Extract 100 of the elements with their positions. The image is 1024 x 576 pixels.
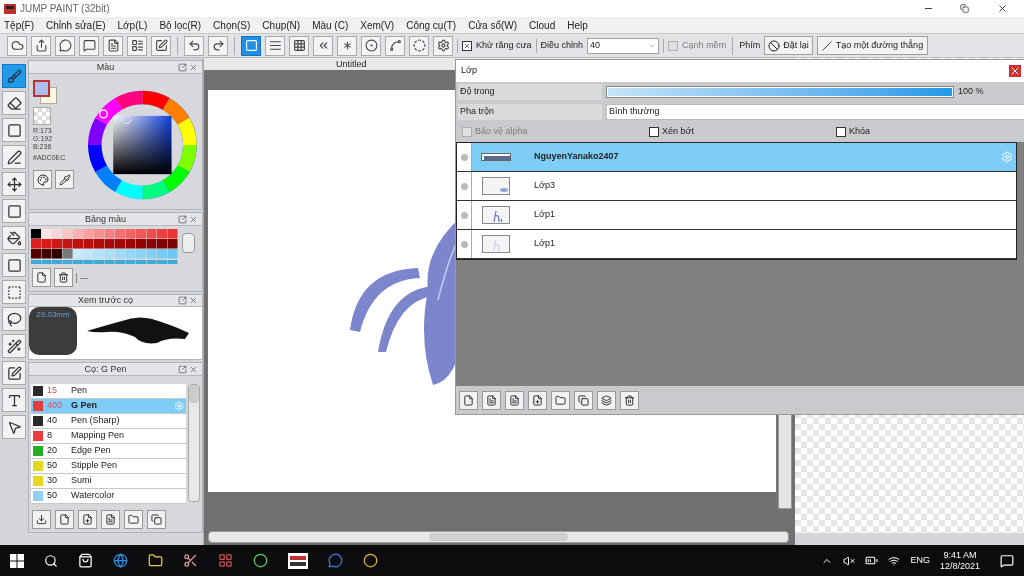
visibility-toggle[interactable] bbox=[460, 211, 468, 219]
layer-tool-button[interactable] bbox=[597, 390, 616, 410]
toolbar-button[interactable] bbox=[433, 35, 453, 56]
brush-row[interactable]: 30 Sumi bbox=[31, 474, 186, 489]
swatch-grid[interactable] bbox=[31, 229, 179, 265]
toolbar-button[interactable] bbox=[7, 35, 27, 56]
layer-row[interactable]: Lớp1 bbox=[457, 201, 1016, 230]
clock[interactable]: 9:41 AM 12/8/2021 bbox=[939, 549, 980, 572]
float-icon[interactable] bbox=[178, 296, 187, 305]
wifi-icon[interactable] bbox=[888, 554, 901, 567]
menu-item[interactable]: Tệp(F) bbox=[4, 17, 34, 33]
brush-tool-button[interactable] bbox=[32, 510, 51, 529]
menu-item[interactable]: Xem(V) bbox=[360, 17, 395, 33]
horizontal-scrollbar[interactable] bbox=[208, 531, 789, 543]
tool-button[interactable] bbox=[2, 145, 26, 169]
adjust-combo[interactable]: 40 bbox=[587, 37, 660, 54]
menu-item[interactable]: Công cụ(T) bbox=[406, 17, 457, 33]
toolbar-button[interactable] bbox=[79, 35, 99, 56]
blend-dropdown[interactable]: Bình thường bbox=[606, 104, 1024, 120]
brush-tool-button[interactable] bbox=[101, 510, 120, 529]
transparent-swatch[interactable] bbox=[33, 107, 51, 125]
float-icon[interactable] bbox=[178, 62, 187, 72]
browser-icon[interactable] bbox=[363, 553, 378, 568]
battery-icon[interactable] bbox=[865, 554, 879, 567]
close-icon[interactable] bbox=[1009, 65, 1021, 77]
app-icon[interactable] bbox=[253, 553, 268, 568]
brush-tool-button[interactable] bbox=[124, 510, 143, 529]
brush-row[interactable]: 50 Watercolor bbox=[31, 489, 186, 504]
tool-button[interactable] bbox=[2, 388, 26, 412]
brush-row[interactable]: 400 G Pen bbox=[31, 399, 186, 414]
restore-icon[interactable] bbox=[960, 4, 969, 13]
close-icon[interactable] bbox=[997, 3, 1008, 14]
tiles-icon[interactable] bbox=[218, 553, 233, 568]
chat-icon[interactable] bbox=[328, 553, 343, 568]
toolbar-button[interactable] bbox=[361, 35, 381, 56]
brush-row[interactable]: 40 Pen (Sharp) bbox=[31, 414, 186, 429]
scissors-icon[interactable] bbox=[183, 553, 198, 568]
checkbox[interactable] bbox=[462, 40, 472, 51]
menu-item[interactable]: Help bbox=[567, 17, 588, 33]
toolbar-button[interactable] bbox=[55, 35, 75, 56]
tool-button[interactable] bbox=[2, 172, 26, 196]
menu-item[interactable]: Màu (C) bbox=[312, 17, 349, 33]
visibility-toggle[interactable] bbox=[460, 182, 468, 190]
menu-item[interactable]: Chọn(S) bbox=[213, 17, 251, 33]
brush-tool-button[interactable] bbox=[55, 510, 74, 529]
layer-tool-button[interactable] bbox=[459, 390, 478, 410]
toolbar-button[interactable] bbox=[127, 35, 147, 56]
float-icon[interactable] bbox=[178, 214, 187, 224]
menu-item[interactable]: Cửa sổ(W) bbox=[468, 17, 518, 33]
toolbar-button[interactable] bbox=[103, 35, 123, 56]
layer-row[interactable]: Lớp3 bbox=[457, 172, 1016, 201]
layer-tool-button[interactable] bbox=[620, 390, 639, 410]
brush-tool-button[interactable] bbox=[78, 510, 97, 529]
checkbox[interactable] bbox=[836, 127, 846, 137]
search-icon[interactable] bbox=[44, 553, 58, 568]
menu-item[interactable]: Cloud bbox=[529, 17, 556, 33]
palette-button[interactable] bbox=[33, 170, 52, 189]
toolbar-button[interactable] bbox=[409, 35, 429, 56]
float-icon[interactable] bbox=[178, 364, 187, 374]
browser-icon[interactable] bbox=[113, 553, 128, 568]
brush-row[interactable]: 50 Stipple Pen bbox=[31, 459, 186, 474]
tool-button[interactable] bbox=[2, 307, 26, 331]
tool-button[interactable] bbox=[2, 415, 26, 439]
layer-tool-button[interactable] bbox=[528, 390, 547, 410]
tool-button[interactable] bbox=[2, 334, 26, 358]
new-set-button[interactable] bbox=[32, 268, 51, 287]
toolbar-button[interactable] bbox=[385, 35, 405, 56]
tool-button[interactable] bbox=[2, 361, 26, 385]
layer-row[interactable]: Lớp1 bbox=[457, 230, 1016, 259]
brush-row[interactable]: 20 Edge Pen bbox=[31, 444, 186, 459]
canvas-tab[interactable]: Untitled bbox=[336, 59, 367, 69]
toolbar-button[interactable] bbox=[289, 35, 309, 56]
layer-tool-button[interactable] bbox=[551, 390, 570, 410]
layer-tool-button[interactable] bbox=[574, 390, 593, 410]
language-indicator[interactable]: ENG bbox=[910, 553, 930, 568]
tool-button[interactable] bbox=[2, 199, 26, 223]
tool-button[interactable] bbox=[2, 226, 26, 250]
scrollbar[interactable] bbox=[188, 384, 200, 502]
muted-speaker-icon[interactable] bbox=[843, 554, 856, 567]
store-icon[interactable] bbox=[78, 553, 93, 568]
visibility-toggle[interactable] bbox=[460, 240, 468, 248]
delete-set-button[interactable] bbox=[54, 268, 73, 287]
toolbar-button[interactable] bbox=[151, 35, 171, 56]
picker-button[interactable] bbox=[55, 170, 74, 189]
tool-button[interactable] bbox=[2, 118, 26, 142]
app-icon[interactable] bbox=[288, 552, 308, 569]
toolbar-button[interactable] bbox=[337, 35, 357, 56]
checkbox[interactable] bbox=[649, 127, 659, 137]
menu-item[interactable]: Chỉnh sửa(E) bbox=[46, 17, 106, 33]
layer-row[interactable]: NguyenYanako2407 bbox=[457, 143, 1016, 172]
scroll-thumb[interactable] bbox=[182, 233, 195, 253]
color-wheel[interactable] bbox=[87, 88, 198, 202]
toolbar-button[interactable] bbox=[313, 35, 333, 56]
toolbar-button[interactable] bbox=[31, 35, 51, 56]
toolbar-button[interactable] bbox=[265, 35, 285, 56]
tool-button[interactable] bbox=[2, 253, 26, 277]
windows-logo-icon[interactable] bbox=[10, 553, 24, 568]
menu-item[interactable]: Lớp(L) bbox=[117, 17, 148, 33]
toolbar-button[interactable] bbox=[208, 35, 228, 56]
brush-tool-button[interactable] bbox=[147, 510, 166, 529]
